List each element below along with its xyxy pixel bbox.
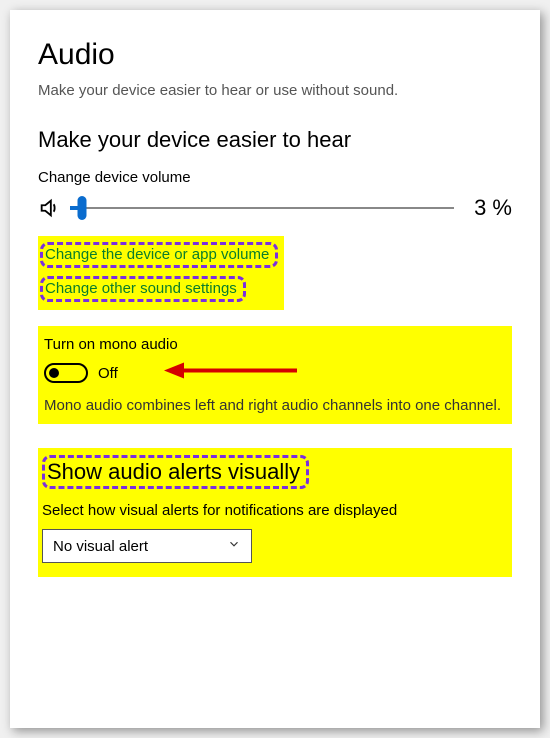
- visual-alert-label: Select how visual alerts for notificatio…: [42, 502, 504, 519]
- section-visual-alerts: Show audio alerts visually: [47, 459, 300, 484]
- volume-label: Change device volume: [38, 169, 512, 186]
- mono-audio-description: Mono audio combines left and right audio…: [44, 397, 504, 414]
- audio-settings-window: Audio Make your device easier to hear or…: [10, 10, 540, 728]
- page-title: Audio: [38, 38, 512, 72]
- annotation-arrow-icon: [162, 360, 302, 387]
- sound-links-block: Change the device or app volume Change o…: [38, 236, 284, 310]
- volume-percent: 3 %: [464, 195, 512, 221]
- mono-audio-toggle[interactable]: [44, 363, 88, 383]
- volume-slider-thumb[interactable]: [77, 196, 86, 220]
- page-description: Make your device easier to hear or use w…: [38, 82, 512, 99]
- chevron-down-icon: [227, 537, 241, 555]
- mono-audio-block: Turn on mono audio Off Mono audio combin…: [38, 326, 512, 424]
- speaker-icon: [38, 197, 60, 219]
- mono-audio-state: Off: [98, 365, 118, 382]
- link-other-sound-settings[interactable]: Change other sound settings: [45, 280, 237, 297]
- link-device-app-volume[interactable]: Change the device or app volume: [45, 246, 269, 263]
- annotation-highlight: Show audio alerts visually: [42, 455, 309, 489]
- volume-row: 3 %: [38, 194, 512, 222]
- visual-alert-select[interactable]: No visual alert: [42, 529, 252, 563]
- volume-slider[interactable]: [70, 194, 454, 222]
- annotation-highlight: Change the device or app volume: [40, 242, 278, 268]
- section-easier-to-hear: Make your device easier to hear: [38, 127, 512, 153]
- visual-alerts-block: Show audio alerts visually Select how vi…: [38, 448, 512, 577]
- visual-alert-selected: No visual alert: [53, 538, 148, 555]
- mono-audio-label: Turn on mono audio: [44, 336, 504, 353]
- annotation-highlight: Change other sound settings: [40, 276, 246, 302]
